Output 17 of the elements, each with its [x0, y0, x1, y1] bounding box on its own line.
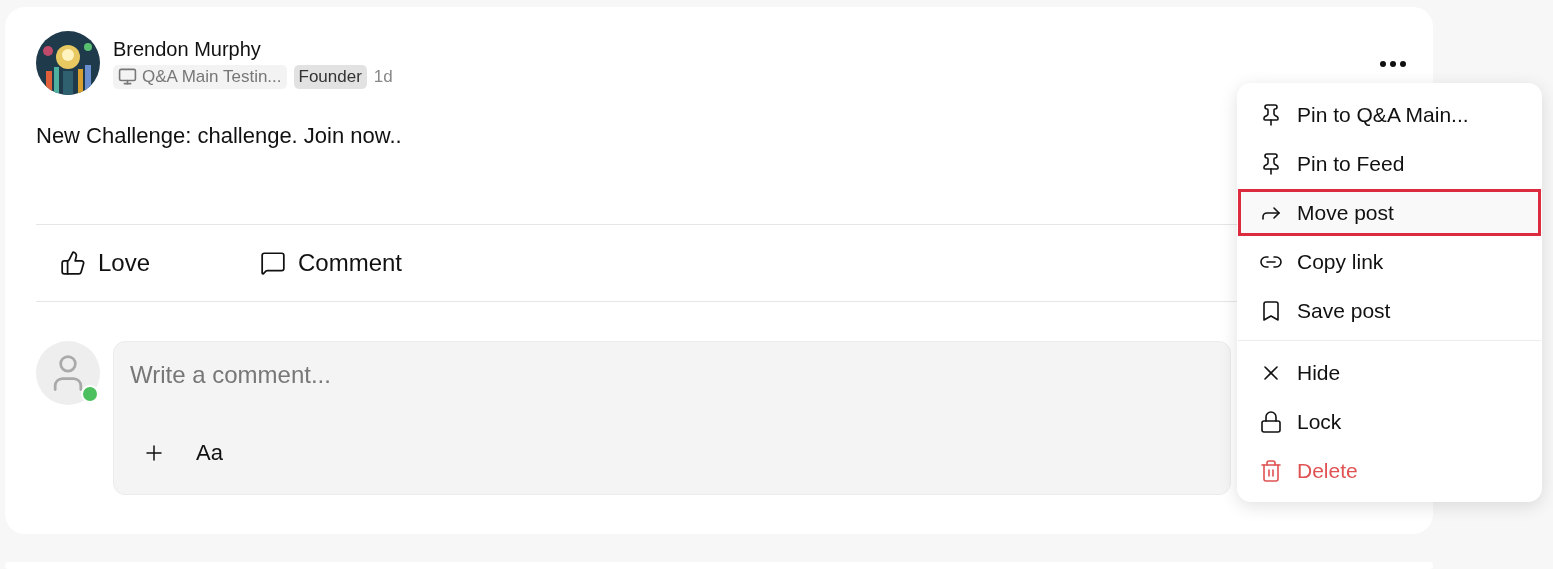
space-tag[interactable]: Q&A Main Testin...	[113, 64, 287, 89]
speech-bubble-icon	[260, 250, 286, 276]
comment-field[interactable]: Write a comment... Aa	[113, 341, 1231, 495]
like-button[interactable]: Love	[36, 249, 236, 277]
post-text: New Challenge: challenge. Join now..	[36, 123, 402, 150]
thumbs-up-icon	[60, 250, 86, 276]
more-options-button[interactable]	[1380, 61, 1406, 67]
monitor-icon	[118, 67, 137, 86]
trash-icon	[1259, 458, 1283, 483]
author-name: Brendon Murphy	[113, 37, 262, 61]
post-time: 1d	[373, 66, 393, 87]
role-badge: Founder	[293, 64, 367, 89]
lock-icon	[1259, 409, 1283, 434]
comment-button[interactable]: Comment	[236, 249, 436, 277]
more-icon	[1380, 61, 1406, 67]
format-button[interactable]: Aa	[196, 440, 223, 466]
menu-item[interactable]: Move post	[1238, 189, 1541, 236]
